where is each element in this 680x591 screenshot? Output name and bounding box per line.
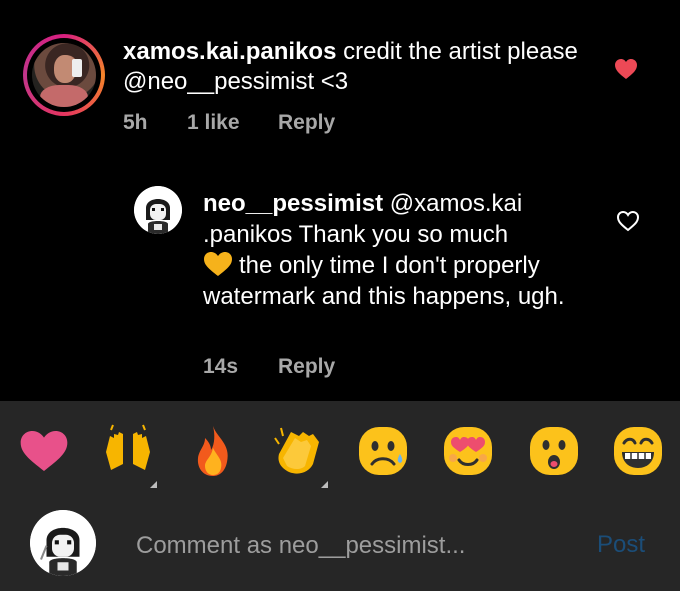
liked-heart-icon[interactable] — [614, 58, 638, 80]
composer-avatar — [30, 510, 96, 576]
raising-hands-icon[interactable] — [98, 421, 158, 481]
red-heart-icon[interactable] — [14, 421, 74, 481]
comment-timestamp: 5h — [123, 111, 148, 134]
fire-icon[interactable] — [183, 421, 243, 481]
reply-reply-button[interactable]: Reply — [278, 355, 335, 379]
variant-indicator-icon — [321, 481, 328, 488]
reply-text-part2: the only time I don't properly watermark… — [203, 252, 565, 310]
surprised-face-icon[interactable] — [524, 421, 584, 481]
story-ring-avatar[interactable] — [23, 34, 105, 116]
reply-timestamp: 14s — [203, 355, 239, 378]
clapping-hands-icon[interactable] — [268, 421, 328, 481]
post-button[interactable]: Post — [597, 531, 645, 559]
sad-face-icon[interactable] — [353, 421, 413, 481]
comment-reply-button[interactable]: Reply — [278, 111, 335, 135]
grinning-face-icon[interactable] — [608, 421, 668, 481]
like-heart-outline-icon[interactable] — [616, 210, 640, 232]
comment-likes-count[interactable]: 1 like — [187, 111, 240, 135]
reply-avatar[interactable] — [134, 186, 182, 234]
heart-eyes-face-icon[interactable] — [438, 421, 498, 481]
reply-text-part1: Thank you so much — [292, 221, 509, 248]
comment-body: xamos.kai.panikos credit the artist plea… — [123, 37, 593, 97]
variant-indicator-icon — [150, 481, 157, 488]
yellow-heart-icon — [204, 252, 232, 276]
reply-username[interactable]: neo__pessimist — [203, 190, 383, 217]
comment-input[interactable] — [136, 528, 576, 564]
comment-username[interactable]: xamos.kai.panikos — [123, 38, 336, 65]
avatar — [32, 43, 96, 107]
reply-body: neo__pessimist @xamos.kai .panikos Thank… — [203, 188, 603, 312]
